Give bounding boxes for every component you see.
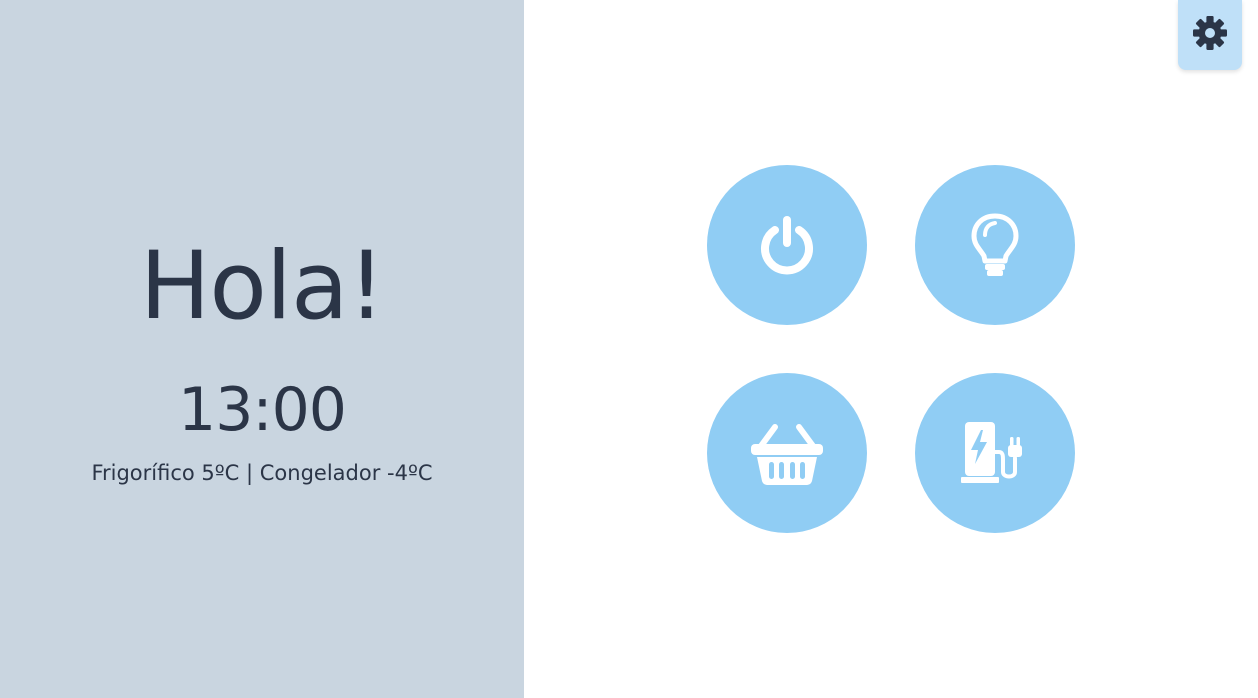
ev-charger-icon [955,418,1035,488]
power-icon [752,210,822,280]
ev-charging-button[interactable] [915,373,1075,533]
shopping-basket-icon [747,418,827,488]
lights-button[interactable] [915,165,1075,325]
settings-button[interactable] [1178,0,1242,70]
info-panel: Hola! 13:00 Frigorífico 5ºC | Congelador… [0,0,524,698]
power-button[interactable] [707,165,867,325]
greeting-text: Hola! [139,232,386,341]
app-root: Hola! 13:00 Frigorífico 5ºC | Congelador… [0,0,1258,698]
gear-icon [1192,15,1228,55]
lightbulb-icon [965,210,1025,280]
clock-time: 13:00 [178,375,347,445]
temperature-readout: Frigorífico 5ºC | Congelador -4ºC [91,461,433,485]
shopping-button[interactable] [707,373,867,533]
